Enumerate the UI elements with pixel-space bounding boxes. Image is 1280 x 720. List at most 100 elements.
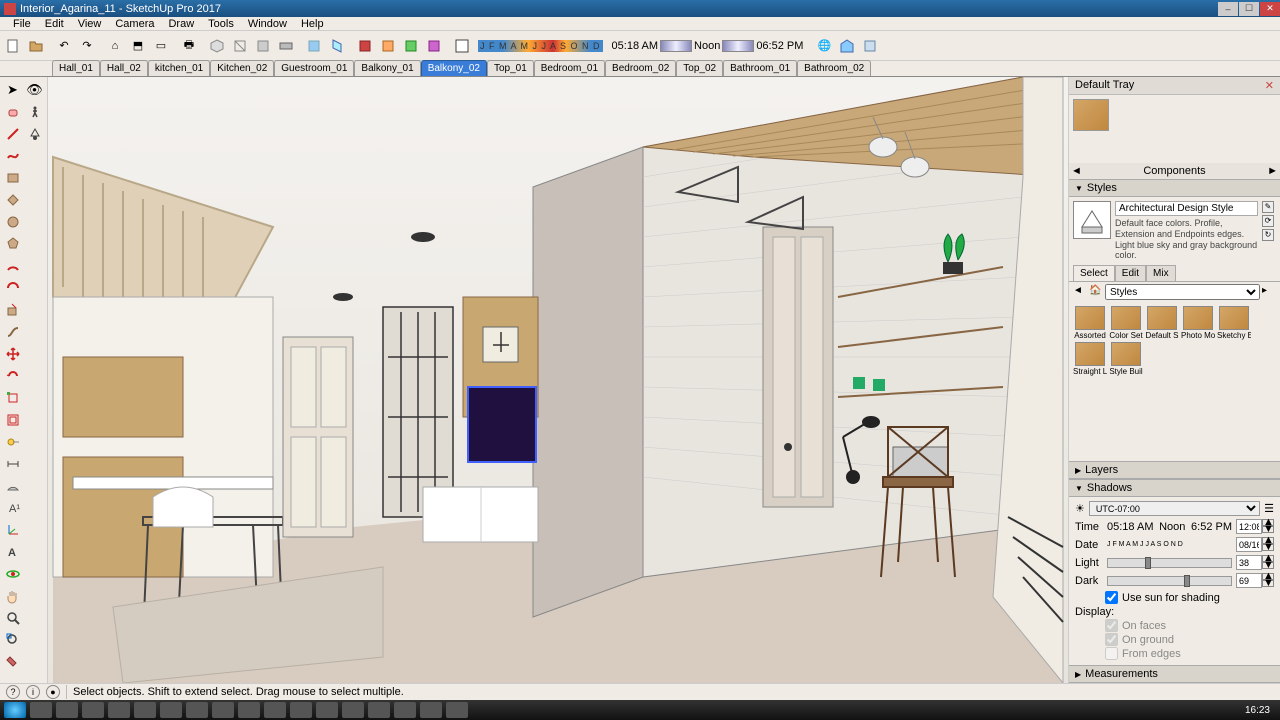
- style-details-button[interactable]: ▸: [1262, 285, 1276, 299]
- styles-panel-header[interactable]: ▼Styles: [1069, 179, 1280, 197]
- taskbar-app[interactable]: [160, 702, 182, 718]
- section-display-button[interactable]: [252, 35, 274, 57]
- shadow-settings-icon[interactable]: ☰: [1264, 502, 1274, 515]
- taskbar-app[interactable]: [446, 702, 468, 718]
- light-slider[interactable]: [1107, 558, 1232, 568]
- component-thumbnail[interactable]: [1073, 99, 1109, 131]
- taskbar-app[interactable]: [108, 702, 130, 718]
- taskbar-app[interactable]: [290, 702, 312, 718]
- camera-iso-button[interactable]: ⌂: [104, 35, 126, 57]
- offset-tool[interactable]: [2, 409, 23, 430]
- back-edges-button[interactable]: [326, 35, 348, 57]
- viewport[interactable]: [48, 77, 1068, 683]
- dimension-tool[interactable]: [2, 453, 23, 474]
- shadows-panel-header[interactable]: ▼Shadows: [1069, 479, 1280, 497]
- style-item[interactable]: Style Buil: [1109, 342, 1143, 376]
- geo-button[interactable]: 🌐: [813, 35, 835, 57]
- line-tool[interactable]: [2, 123, 23, 144]
- taskbar-app[interactable]: [212, 702, 234, 718]
- scene-tab-top_02[interactable]: Top_02: [676, 60, 723, 76]
- taskbar-app[interactable]: [316, 702, 338, 718]
- redo-button[interactable]: ↷: [76, 35, 98, 57]
- maximize-button[interactable]: ☐: [1239, 2, 1259, 16]
- rotated-rect-tool[interactable]: [2, 189, 23, 210]
- shadow-toggle-icon[interactable]: ☀: [1075, 502, 1085, 515]
- print-button[interactable]: 🖶: [178, 35, 200, 57]
- taskbar-app[interactable]: [30, 702, 52, 718]
- style-hidden-button[interactable]: [377, 35, 399, 57]
- style-back-button[interactable]: ◄: [1073, 285, 1087, 299]
- scene-tab-bathroom_01[interactable]: Bathroom_01: [723, 60, 797, 76]
- new-button[interactable]: [2, 35, 24, 57]
- geo-status-icon[interactable]: ?: [6, 685, 20, 699]
- style-home-icon[interactable]: 🏠: [1089, 285, 1103, 299]
- style-item[interactable]: Sketchy E: [1217, 306, 1251, 340]
- scene-tab-kitchen_02[interactable]: Kitchen_02: [210, 60, 274, 76]
- taskbar-app[interactable]: [264, 702, 286, 718]
- style-tab-edit[interactable]: Edit: [1115, 265, 1146, 281]
- move-tool[interactable]: [2, 343, 23, 364]
- dark-slider[interactable]: [1107, 576, 1232, 586]
- scene-tab-balkony_02[interactable]: Balkony_02: [421, 60, 487, 76]
- xray-button[interactable]: [303, 35, 325, 57]
- menu-edit[interactable]: Edit: [38, 18, 71, 30]
- section-button[interactable]: [229, 35, 251, 57]
- pan-tool[interactable]: [2, 585, 23, 606]
- lookaround-tool[interactable]: 👁: [24, 79, 45, 100]
- menu-camera[interactable]: Camera: [108, 18, 161, 30]
- shadow-date-widget[interactable]: J F M A M J J A S O N D: [474, 40, 607, 52]
- scene-tab-top_01[interactable]: Top_01: [487, 60, 534, 76]
- style-wireframe-button[interactable]: [354, 35, 376, 57]
- menu-window[interactable]: Window: [241, 18, 294, 30]
- taskbar-app[interactable]: [134, 702, 156, 718]
- close-button[interactable]: ✕: [1260, 2, 1280, 16]
- dark-value[interactable]: [1236, 573, 1262, 588]
- zoom-extents-tool[interactable]: [2, 629, 23, 650]
- taskbar-app[interactable]: [394, 702, 416, 718]
- style-textured-button[interactable]: [423, 35, 445, 57]
- time-slider[interactable]: [660, 40, 692, 52]
- extension-whse-button[interactable]: [859, 35, 881, 57]
- camera-top-button[interactable]: ⬒: [127, 35, 149, 57]
- style-folder-dropdown[interactable]: Styles: [1105, 284, 1260, 300]
- taskbar-app[interactable]: [56, 702, 78, 718]
- light-value[interactable]: [1236, 555, 1262, 570]
- warehouse-button[interactable]: [836, 35, 858, 57]
- menu-draw[interactable]: Draw: [161, 18, 201, 30]
- layers-panel-header[interactable]: ▶Layers: [1069, 461, 1280, 479]
- taskbar-app[interactable]: [368, 702, 390, 718]
- style-item[interactable]: Default S: [1145, 306, 1179, 340]
- taskbar-app[interactable]: [342, 702, 364, 718]
- style-refresh-button[interactable]: ↻: [1262, 229, 1274, 241]
- rectangle-tool[interactable]: [2, 167, 23, 188]
- taskbar-app[interactable]: [186, 702, 208, 718]
- current-style-thumbnail[interactable]: [1073, 201, 1111, 239]
- style-item[interactable]: Straight L: [1073, 342, 1107, 376]
- 3dtext-tool[interactable]: A: [2, 541, 23, 562]
- camera-front-button[interactable]: ▭: [150, 35, 172, 57]
- followme-tool[interactable]: [2, 321, 23, 342]
- style-item[interactable]: Color Set: [1109, 306, 1143, 340]
- taskbar-app[interactable]: [238, 702, 260, 718]
- menu-tools[interactable]: Tools: [201, 18, 241, 30]
- style-tab-mix[interactable]: Mix: [1146, 265, 1176, 281]
- open-button[interactable]: [25, 35, 47, 57]
- person-status-icon[interactable]: ●: [46, 685, 60, 699]
- tape-tool[interactable]: [2, 431, 23, 452]
- taskbar-app[interactable]: [82, 702, 104, 718]
- shadow-time-widget[interactable]: 05:18 AM Noon 06:52 PM: [608, 40, 808, 52]
- scene-tab-guestroom_01[interactable]: Guestroom_01: [274, 60, 354, 76]
- taskbar-clock[interactable]: 16:23: [1239, 705, 1276, 716]
- style-item[interactable]: Photo Mo: [1181, 306, 1215, 340]
- section-cut-button[interactable]: [275, 35, 297, 57]
- walk-tool[interactable]: [24, 101, 45, 122]
- scene-tab-bedroom_01[interactable]: Bedroom_01: [534, 60, 605, 76]
- paint-tool[interactable]: [2, 651, 23, 672]
- tray-close-button[interactable]: ✕: [1265, 79, 1274, 92]
- style-new-button[interactable]: ✎: [1262, 201, 1274, 213]
- rotate-tool[interactable]: [2, 365, 23, 386]
- zoom-tool[interactable]: [2, 607, 23, 628]
- eraser-tool[interactable]: [2, 101, 23, 122]
- menu-help[interactable]: Help: [294, 18, 331, 30]
- use-sun-checkbox[interactable]: [1105, 591, 1118, 604]
